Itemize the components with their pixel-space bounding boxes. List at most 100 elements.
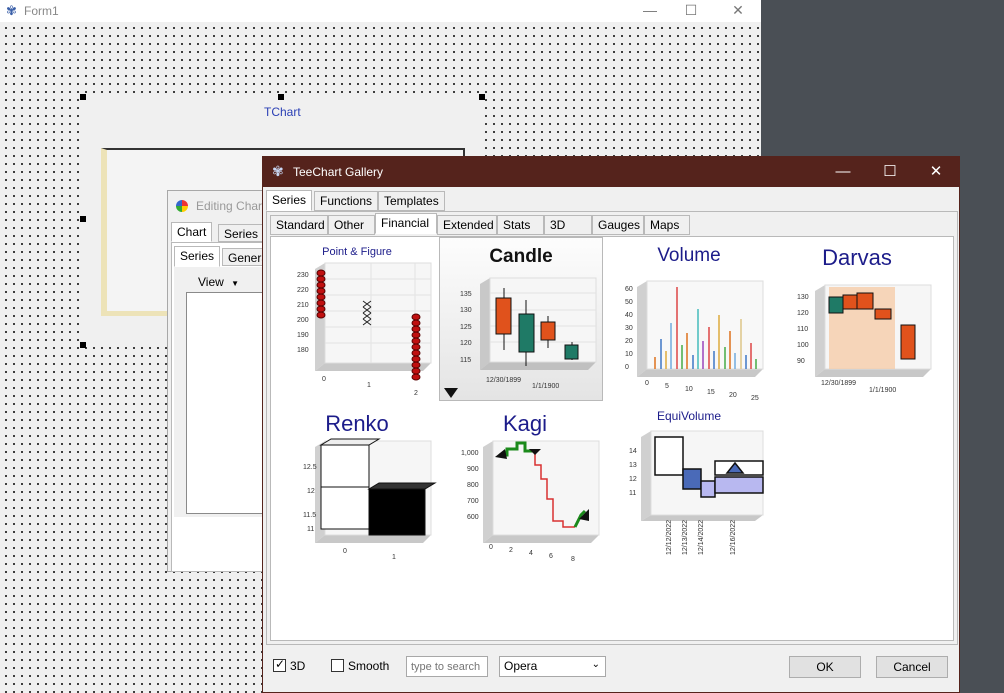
view-label: View	[198, 275, 224, 289]
axis-tick-label: 8	[571, 556, 575, 563]
gallery-item-title: Candle	[489, 246, 553, 267]
resize-handle[interactable]	[80, 94, 86, 100]
maximize-icon[interactable]: ☐	[676, 0, 706, 20]
series-list[interactable]	[186, 292, 266, 514]
editing-chart-dialog: Editing Char Chart Series Series Genera …	[167, 190, 275, 572]
tab-label: Templates	[384, 194, 439, 208]
tab-label: Financial	[381, 216, 430, 230]
gallery-item-title: Renko	[325, 411, 389, 436]
resize-handle[interactable]	[80, 216, 86, 222]
axis-tick-label: 600	[467, 514, 479, 521]
axis-tick-label: 14	[629, 448, 637, 455]
form1-title: Form1	[24, 4, 59, 18]
tab-series[interactable]: Series	[266, 190, 313, 211]
close-icon[interactable]: ✕	[913, 157, 959, 187]
ok-label: OK	[816, 660, 834, 674]
resize-handle[interactable]	[479, 94, 485, 100]
gallery-item-title: Darvas	[822, 245, 892, 270]
axis-tick-label: 6	[549, 553, 553, 560]
view-menu-button[interactable]: View ▼	[198, 275, 239, 289]
axis-tick-label: 100	[797, 342, 809, 349]
gallery-item-renko[interactable]: 12.5 12 11.5 11 0 1 Renko	[275, 407, 439, 571]
tab-label: Extended	[443, 218, 494, 232]
axis-tick-label: 60	[625, 286, 633, 293]
gallery-item-title: Volume	[657, 245, 721, 266]
axis-tick-label: 1	[392, 554, 396, 561]
tab-label: Functions	[320, 194, 373, 208]
axis-tick-label: 40	[625, 312, 633, 319]
cancel-label: Cancel	[893, 660, 931, 674]
gallery-titlebar: ✾ TeeChart Gallery — ☐ ✕	[263, 157, 959, 187]
axis-tick-label: 900	[467, 466, 479, 473]
tab-templates[interactable]: Templates	[378, 191, 445, 211]
axis-tick-label: 0	[489, 544, 493, 551]
tab-chart[interactable]: Chart	[171, 222, 213, 242]
tab-series-sub[interactable]: Series	[174, 246, 221, 267]
axis-tick-label: 800	[467, 482, 479, 489]
gallery-item-candle[interactable]: 135 130 125 120 115 12/30/1899 1/1/1900 …	[439, 237, 603, 401]
theme-select[interactable]: Opera ⌄	[499, 656, 606, 677]
minimize-icon[interactable]: —	[820, 157, 866, 187]
axis-tick-label: 20	[625, 338, 633, 345]
tab-standard[interactable]: Standard	[270, 215, 328, 235]
axis-tick-label: 12/14/2022	[698, 520, 705, 555]
tab-gauges[interactable]: Gauges	[592, 215, 644, 235]
axis-tick-label: 125	[460, 324, 472, 331]
gallery-item-equivolume[interactable]: 14 13 12 11 12/12/2022 12/13/2022 12/14/…	[607, 407, 771, 571]
axis-tick-label: 12/13/2022	[682, 520, 689, 555]
axis-tick-label: 10	[685, 386, 693, 393]
gallery-item-kagi[interactable]: 1,000 900 800 700 600 0 2 4 6 8 Kagi	[443, 407, 607, 571]
tab-series[interactable]: Series	[218, 224, 265, 242]
gallery-item-volume[interactable]: 60 50 40 30 20 10 0 0 5 10 15 20 25 Volu…	[607, 239, 771, 403]
axis-tick-label: 12/30/1899	[486, 377, 521, 384]
axis-tick-label: 110	[797, 326, 808, 333]
axis-tick-label: 90	[797, 358, 805, 365]
axis-tick-label: 1/1/1900	[869, 387, 896, 394]
checkbox-smooth[interactable]	[331, 659, 344, 672]
tab-label: Gauges	[598, 218, 641, 232]
tab-other[interactable]: Other	[328, 215, 375, 235]
tab-functions[interactable]: Functions	[314, 191, 379, 211]
form1-titlebar: ✾ Form1 — ☐ ✕	[0, 0, 761, 22]
tab-label: 3D	[550, 218, 566, 232]
tab-label: Series	[272, 193, 307, 207]
axis-tick-label: 0	[322, 376, 326, 383]
tab-label: Chart	[177, 225, 207, 239]
tab-stats[interactable]: Stats	[497, 215, 544, 235]
tab-label: Stats	[503, 218, 531, 232]
gallery-app-icon: ✾	[272, 163, 284, 179]
gallery-item-darvas[interactable]: 130 120 110 100 90 12/30/1899 1/1/1900 D…	[775, 239, 939, 403]
gallery-item-title: EquiVolume	[656, 409, 722, 423]
axis-tick-label: 30	[625, 325, 633, 332]
tab-financial[interactable]: Financial	[375, 213, 437, 234]
tab-maps[interactable]: Maps	[644, 215, 690, 235]
teechart-gallery-dialog: ✾ TeeChart Gallery — ☐ ✕ Series Function…	[262, 156, 960, 693]
minimize-icon[interactable]: —	[635, 0, 665, 20]
axis-tick-label: 210	[297, 302, 309, 309]
ok-button[interactable]: OK	[789, 656, 861, 678]
axis-tick-label: 10	[625, 351, 633, 358]
maximize-icon[interactable]: ☐	[867, 157, 913, 187]
axis-tick-label: 0	[625, 364, 629, 371]
tab-extended[interactable]: Extended	[437, 215, 497, 235]
close-icon[interactable]: ✕	[723, 0, 753, 20]
search-input[interactable]	[406, 656, 488, 677]
axis-tick-label: 230	[297, 272, 309, 279]
axis-tick-label: 11	[307, 526, 314, 533]
axis-tick-label: 115	[460, 357, 471, 364]
teechart-logo-icon	[176, 200, 188, 212]
resize-handle[interactable]	[80, 342, 86, 348]
tab-label: Standard	[276, 218, 325, 232]
axis-tick-label: 15	[707, 389, 715, 396]
axis-tick-label: 12	[307, 488, 315, 495]
cancel-button[interactable]: Cancel	[876, 656, 948, 678]
form1-app-icon: ✾	[6, 3, 17, 18]
tab-3d[interactable]: 3D	[544, 215, 592, 235]
gallery-item-point-figure[interactable]: 230 220 210 200 190 180 0 1 2 Point & Fi…	[275, 239, 439, 403]
axis-tick-label: 12	[629, 476, 637, 483]
checkbox-3d[interactable]: ✓	[273, 657, 286, 672]
checkbox-3d-label: 3D	[290, 659, 306, 673]
gallery-item-title: Point & Figure	[322, 246, 392, 258]
axis-tick-label: 1	[367, 382, 371, 389]
resize-handle[interactable]	[278, 94, 284, 100]
